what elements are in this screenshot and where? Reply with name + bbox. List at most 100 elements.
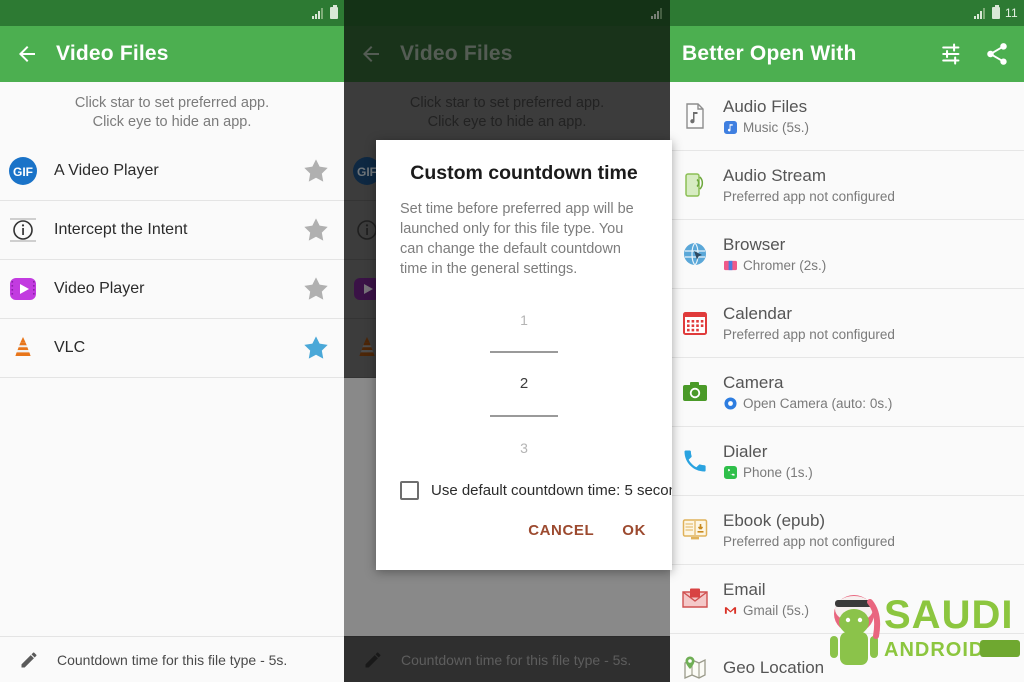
picker-value-selected[interactable]: 2	[520, 373, 528, 395]
app-label: Video Player	[54, 280, 145, 297]
type-subtitle: Gmail (5s.)	[723, 603, 809, 618]
app-row-vlc[interactable]: VLC	[0, 319, 344, 378]
type-texts: Camera Open Camera (auto: 0s.)	[723, 373, 892, 411]
mid-countdown-bar[interactable]: Countdown time for this file type - 5s.	[344, 636, 670, 682]
type-row-dialer[interactable]: Dialer Phone (1s.)	[670, 427, 1024, 496]
signal-icon	[973, 7, 987, 19]
right-panel-better-open-with: 11 Better Open With Audio Files Music (5…	[670, 0, 1024, 682]
type-subtitle: Preferred app not configured	[723, 534, 895, 549]
type-title: Ebook (epub)	[723, 511, 826, 530]
type-row-geo-location[interactable]: Geo Location	[670, 634, 1024, 682]
left-countdown-bar[interactable]: Countdown time for this file type - 5s.	[0, 636, 344, 682]
cancel-button[interactable]: CANCEL	[528, 522, 594, 539]
chromer-app-icon	[723, 259, 737, 273]
picker-divider-top	[490, 351, 558, 353]
type-texts: Audio Files Music (5s.)	[723, 97, 809, 135]
pencil-icon[interactable]	[14, 645, 44, 675]
type-subtitle-text: Preferred app not configured	[723, 189, 895, 204]
type-subtitle-text: Music (5s.)	[743, 120, 810, 135]
type-subtitle-text: Preferred app not configured	[723, 534, 895, 549]
custom-countdown-dialog: Custom countdown time Set time before pr…	[376, 140, 672, 570]
calendar-icon	[680, 308, 710, 338]
phone-app-icon	[723, 466, 737, 480]
dialer-icon	[680, 446, 710, 476]
type-title: Audio Files	[723, 97, 808, 116]
dialog-body-text: Set time before preferred app will be la…	[400, 201, 634, 277]
screenshot-root: Video Files Click star to set preferred …	[0, 0, 1024, 682]
mid-app-bar: Video Files	[344, 26, 670, 82]
type-row-ebook-epub[interactable]: Ebook (epub) Preferred app not configure…	[670, 496, 1024, 565]
app-row-intercept-the-intent[interactable]: Intercept the Intent	[0, 201, 344, 260]
ebook-icon	[680, 515, 710, 545]
type-subtitle: Phone (1s.)	[723, 465, 813, 480]
app-label: Intercept the Intent	[54, 221, 188, 238]
geo-location-icon	[680, 653, 710, 682]
gif-app-icon: GIF	[6, 154, 40, 188]
status-bar-icons-dim	[651, 7, 664, 19]
type-title: Browser	[723, 235, 786, 254]
camera-icon	[680, 377, 710, 407]
vlc-app-icon	[6, 331, 40, 365]
ok-button[interactable]: OK	[622, 522, 646, 539]
type-subtitle-text: Preferred app not configured	[723, 327, 895, 342]
use-default-countdown-row[interactable]: Use default countdown time: 5 seconds	[400, 481, 672, 500]
audio-stream-icon	[680, 170, 710, 200]
music-app-icon	[723, 121, 737, 135]
type-title: Calendar	[723, 304, 792, 323]
type-texts: Ebook (epub) Preferred app not configure…	[723, 511, 895, 549]
mid-app-bar-title: Video Files	[400, 42, 513, 65]
app-label: VLC	[54, 339, 86, 356]
dialog-actions: CANCEL OK	[400, 522, 648, 539]
share-icon[interactable]	[982, 39, 1012, 69]
star-icon[interactable]	[302, 334, 330, 362]
gmail-app-icon	[723, 604, 737, 618]
star-icon[interactable]	[302, 216, 330, 244]
status-bar: 11	[670, 0, 1024, 26]
type-row-camera[interactable]: Camera Open Camera (auto: 0s.)	[670, 358, 1024, 427]
countdown-number-picker[interactable]: 1 2 3	[400, 309, 648, 459]
dialog-title: Custom countdown time	[410, 162, 638, 184]
star-icon[interactable]	[302, 157, 330, 185]
type-row-email[interactable]: Email Gmail (5s.)	[670, 565, 1024, 634]
audio-file-icon	[680, 101, 710, 131]
type-subtitle-text: Phone (1s.)	[743, 465, 813, 480]
info-app-icon	[6, 213, 40, 247]
picker-divider-bottom	[490, 415, 558, 417]
type-texts: Calendar Preferred app not configured	[723, 304, 895, 342]
sliders-icon[interactable]	[938, 39, 968, 69]
app-label: A Video Player	[54, 162, 159, 179]
battery-icon	[991, 5, 1000, 19]
mid-hint-text: Click star to set preferred app. Click e…	[344, 82, 670, 142]
type-subtitle-text: Chromer (2s.)	[743, 258, 827, 273]
type-texts: Geo Location	[723, 658, 824, 678]
back-arrow-icon[interactable]	[356, 39, 386, 69]
picker-value-above[interactable]: 1	[520, 309, 528, 331]
type-title: Email	[723, 580, 766, 599]
type-row-audio-stream[interactable]: Audio Stream Preferred app not configure…	[670, 151, 1024, 220]
type-subtitle: Preferred app not configured	[723, 189, 895, 204]
status-bar-icons	[312, 5, 338, 19]
pencil-icon[interactable]	[358, 645, 388, 675]
svg-text:GIF: GIF	[357, 165, 377, 179]
svg-text:GIF: GIF	[13, 165, 33, 179]
type-title: Camera	[723, 373, 784, 392]
type-row-calendar[interactable]: Calendar Preferred app not configured	[670, 289, 1024, 358]
type-row-audio-files[interactable]: Audio Files Music (5s.)	[670, 82, 1024, 151]
type-texts: Dialer Phone (1s.)	[723, 442, 813, 480]
picker-value-below[interactable]: 3	[520, 437, 528, 459]
type-row-browser[interactable]: Browser Chromer (2s.)	[670, 220, 1024, 289]
left-countdown-label: Countdown time for this file type - 5s.	[57, 651, 288, 668]
right-app-bar: Better Open With	[670, 26, 1024, 82]
app-row-video-player[interactable]: Video Player	[0, 260, 344, 319]
status-bar-icons: 11	[973, 5, 1018, 20]
type-texts: Audio Stream Preferred app not configure…	[723, 166, 895, 204]
status-bar	[0, 0, 344, 26]
star-icon[interactable]	[302, 275, 330, 303]
status-bar-dim	[344, 0, 670, 26]
type-title: Geo Location	[723, 658, 825, 677]
app-row-a-video-player[interactable]: GIF A Video Player	[0, 142, 344, 201]
left-app-bar: Video Files	[0, 26, 344, 82]
use-default-countdown-checkbox[interactable]	[400, 481, 419, 500]
back-arrow-icon[interactable]	[12, 39, 42, 69]
email-icon	[680, 584, 710, 614]
